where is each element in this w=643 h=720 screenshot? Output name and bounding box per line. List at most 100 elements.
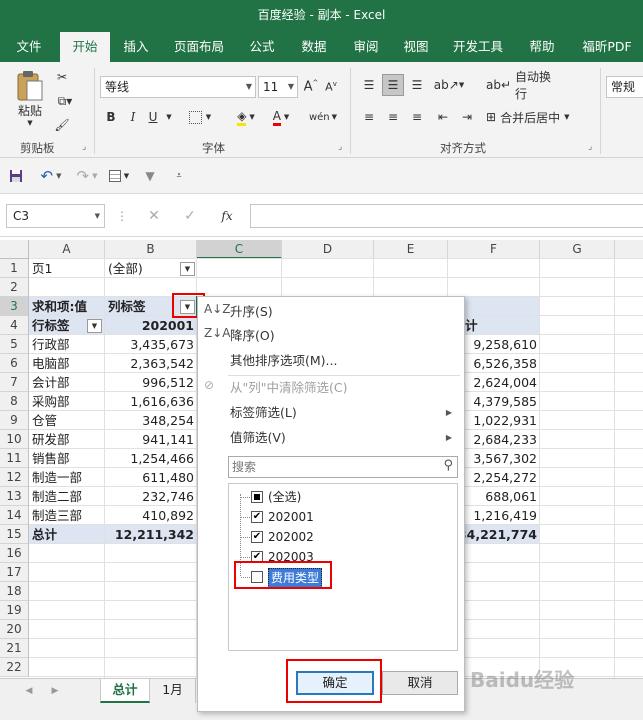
column-header[interactable]: A [29,240,105,259]
border-button[interactable]: ▼ [180,106,220,128]
cancel-button[interactable]: 取消 [382,671,458,695]
cut-button[interactable]: ✂ [52,68,72,86]
font-name-combo[interactable]: 等线 ▼ [100,76,256,98]
align-right-button[interactable]: ≡ [406,106,428,128]
column-header[interactable]: E [374,240,448,259]
row-header[interactable]: 6 [0,354,29,373]
customize-qat-button[interactable]: ⩡ [172,166,186,186]
tab-foxit-pdf[interactable]: 福昕PDF [574,32,640,62]
increase-font-button[interactable]: A^ [302,76,320,98]
row-header[interactable]: 12 [0,468,29,487]
undo-button[interactable]: ↶ ▼ [34,166,68,186]
align-left-button[interactable]: ≡ [358,106,380,128]
row-header[interactable]: 11 [0,449,29,468]
row-header[interactable]: 19 [0,601,29,620]
row-header[interactable]: 5 [0,335,29,354]
font-size-combo[interactable]: 11 ▼ [258,76,298,98]
column-header[interactable]: C [197,240,282,259]
row-header[interactable]: 7 [0,373,29,392]
column-header[interactable]: F [448,240,540,259]
next-sheet-button[interactable]: ▶ [48,683,62,699]
underline-button[interactable]: U [144,106,162,128]
cancel-entry-button[interactable]: ✕ [144,206,164,226]
align-top-button[interactable]: ☰ [358,74,380,96]
row-header[interactable]: 10 [0,430,29,449]
redo-button[interactable]: ↷ ▼ [72,166,102,186]
checkbox[interactable]: ✔ [251,511,263,523]
save-button[interactable] [6,166,26,186]
merge-center-button[interactable]: ⊞ 合并后居中 ▼ [486,106,592,128]
select-all-corner[interactable] [0,240,29,259]
confirm-entry-button[interactable]: ✓ [180,206,200,226]
checkbox[interactable] [251,491,263,503]
column-header[interactable]: B [105,240,197,259]
prev-sheet-button[interactable]: ◀ [22,683,36,699]
wrap-text-button[interactable]: ab↵ 自动换行 [486,70,562,101]
fill-color-button[interactable]: ◈ ▼ [230,106,262,128]
checkbox[interactable]: ✔ [251,551,263,563]
column-header[interactable]: G [540,240,615,259]
row-header[interactable]: 14 [0,506,29,525]
row-header[interactable]: 3 [0,297,29,316]
tab-insert[interactable]: 插入 [114,32,158,62]
row-header[interactable]: 18 [0,582,29,601]
insert-function-button[interactable]: fx [216,206,238,226]
filter-search-input[interactable]: 搜索 ⚲ [228,456,458,478]
column-header[interactable] [615,240,643,259]
ok-button[interactable]: 确定 [296,671,374,695]
row-header[interactable]: 8 [0,392,29,411]
filter-button[interactable]: ▼ [140,166,160,186]
tab-data[interactable]: 数据 [292,32,336,62]
formula-input[interactable] [250,204,643,228]
row-header[interactable]: 15 [0,525,29,544]
number-format-combo[interactable]: 常规 [606,76,643,98]
font-color-button[interactable]: A ▼ [266,106,296,128]
sheet-tab-january[interactable]: 1月 [150,679,196,703]
row-header[interactable]: 1 [0,259,29,278]
italic-button[interactable]: I [124,106,142,128]
row-header[interactable]: 16 [0,544,29,563]
bold-button[interactable]: B [102,106,120,128]
format-painter-button[interactable]: 🖌 [52,116,72,134]
row-header[interactable]: 9 [0,411,29,430]
page-filter-dropdown[interactable]: ▼ [180,262,195,276]
decrease-font-button[interactable]: Av [322,76,340,98]
label-filter-item[interactable]: 标签筛选(L) ▶ [230,402,460,424]
row-header[interactable]: 21 [0,639,29,658]
phonetic-button[interactable]: wén ▼ [306,106,340,128]
dialog-launcher-icon[interactable]: ⌟ [82,142,86,152]
row-header[interactable]: 13 [0,487,29,506]
row-header[interactable]: 17 [0,563,29,582]
checkbox[interactable] [251,571,263,583]
name-box[interactable]: C3 ▼ [6,204,105,228]
row-header[interactable]: 2 [0,278,29,297]
paste-button[interactable]: 粘贴 ▼ [10,66,50,130]
sort-ascending-item[interactable]: 升序(S) [230,301,460,323]
value-filter-item[interactable]: 值筛选(V) ▶ [230,427,460,449]
tab-review[interactable]: 审阅 [344,32,388,62]
row-header[interactable]: 4 [0,316,29,335]
table-format-button[interactable]: ▼ [104,166,134,186]
checkbox[interactable]: ✔ [251,531,263,543]
copy-button[interactable]: ⧉▾ [52,92,78,110]
more-sort-options-item[interactable]: 其他排序选项(M)... [230,350,460,372]
dialog-launcher-icon[interactable]: ⌟ [338,142,342,152]
clear-filter-item[interactable]: 从"列"中清除筛选(C) [230,377,460,399]
tab-page-layout[interactable]: 页面布局 [168,32,230,62]
tab-developer[interactable]: 开发工具 [446,32,510,62]
row-header[interactable]: 20 [0,620,29,639]
decrease-indent-button[interactable]: ⇤ [432,106,454,128]
align-middle-button[interactable]: ☰ [382,74,404,96]
row-labels-filter-dropdown[interactable]: ▼ [87,319,102,333]
underline-dropdown[interactable]: ▼ [164,106,174,128]
tab-home[interactable]: 开始 [60,32,110,62]
align-bottom-button[interactable]: ☰ [406,74,428,96]
sort-descending-item[interactable]: 降序(O) [230,325,460,347]
sheet-tab-total[interactable]: 总计 [100,679,150,703]
tab-formulas[interactable]: 公式 [240,32,284,62]
filter-list-item[interactable]: 费用类型 [241,568,351,588]
row-header[interactable]: 22 [0,658,29,677]
filter-item-list[interactable]: (全选) ✔ 202001 ✔ 202002 ✔ 202003 费用类型 [228,483,458,651]
dialog-launcher-icon[interactable]: ⌟ [588,142,592,152]
tab-view[interactable]: 视图 [396,32,436,62]
